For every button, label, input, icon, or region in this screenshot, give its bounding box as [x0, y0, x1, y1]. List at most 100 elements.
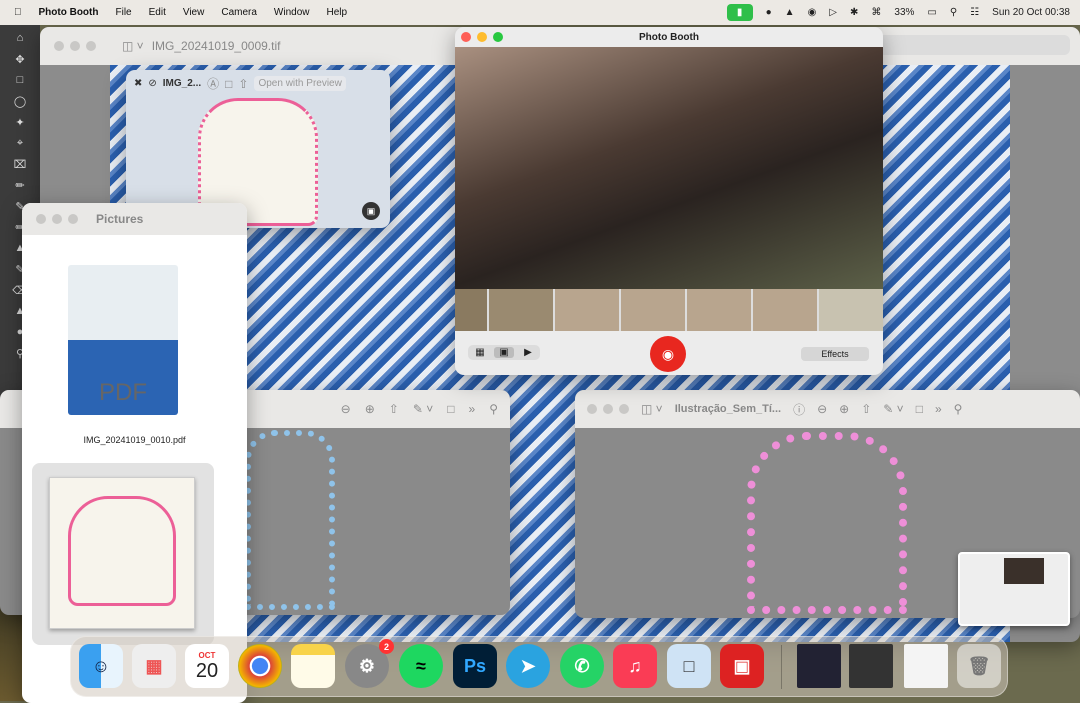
dock-launchpad[interactable]: ▦ — [132, 644, 176, 688]
bluetooth-icon[interactable]: ✱ — [850, 7, 858, 18]
quicklook-title: IMG_2... — [162, 78, 202, 89]
home-icon[interactable]: ⌂ — [11, 32, 29, 46]
cloud-icon[interactable]: ● — [766, 7, 772, 18]
move-tool-icon[interactable]: ✥ — [11, 53, 29, 67]
photo-thumbnail[interactable] — [819, 289, 883, 331]
search-field[interactable] — [870, 35, 1070, 55]
dock-photoshop[interactable]: Ps — [453, 644, 497, 688]
window-controls[interactable] — [54, 41, 96, 51]
dock-spotify[interactable]: ≈ — [399, 644, 443, 688]
window-controls[interactable] — [36, 214, 78, 224]
dock-minimized-window[interactable] — [904, 644, 948, 688]
search-icon[interactable]: ⚲ — [489, 402, 498, 416]
battery-percent[interactable]: 33% — [894, 7, 914, 18]
dock-photo-booth[interactable]: ▣ — [720, 644, 764, 688]
photo-thumbnail[interactable] — [753, 289, 817, 331]
single-photo-icon[interactable]: ▣ — [494, 347, 514, 358]
menu-camera[interactable]: Camera — [221, 7, 257, 18]
apple-menu-icon[interactable]:  — [14, 7, 22, 18]
zoom-out-icon[interactable]: ⊖ — [341, 402, 351, 416]
screen-record-icon[interactable]: ◉ — [808, 7, 817, 18]
file-name[interactable]: IMG_20241019_0010.pdf — [22, 435, 247, 445]
camera-in-use-icon[interactable]: ▮ — [726, 4, 753, 21]
photo-thumbnail[interactable] — [555, 289, 619, 331]
menu-edit[interactable]: Edit — [149, 7, 166, 18]
close-icon[interactable]: ✖ — [134, 78, 142, 89]
fullscreen-icon[interactable]: ⊘ — [148, 78, 156, 89]
window-title: Ilustração_Sem_Tí... — [674, 403, 782, 415]
calendar-day: 20 — [195, 659, 219, 682]
menu-file[interactable]: File — [115, 7, 131, 18]
photo-thumbnail[interactable] — [621, 289, 685, 331]
rotate-icon[interactable]: □ — [916, 402, 923, 416]
menu-app[interactable]: Photo Booth — [39, 7, 99, 18]
eyedropper-icon[interactable]: ✏ — [11, 179, 29, 193]
mode-selector: ▦ ▣ ▶ — [468, 345, 540, 360]
dock-system-settings[interactable]: ⚙ 2 — [345, 639, 394, 688]
effects-button[interactable]: Effects — [801, 347, 869, 361]
pdf-label: PDF — [99, 379, 147, 406]
magic-wand-icon[interactable]: ✦ — [11, 116, 29, 130]
screenshot-thumbnail[interactable] — [958, 552, 1070, 626]
dock-preview[interactable]: □ — [667, 644, 711, 688]
marquee-tool-icon[interactable]: □ — [11, 74, 29, 88]
drawing-outline — [68, 496, 176, 606]
frame-tool-icon[interactable]: ⌧ — [11, 158, 29, 172]
window-controls[interactable] — [587, 404, 629, 414]
zoom-in-icon[interactable]: ⊕ — [839, 402, 849, 416]
more-icon[interactable]: » — [935, 402, 942, 416]
pdf-file-icon[interactable]: PDF — [68, 265, 178, 415]
dock-notes[interactable] — [291, 644, 335, 688]
markup-icon[interactable]: Ⓐ — [207, 75, 219, 92]
sidebar-toggle-icon[interactable]: ◫ ˅ — [641, 402, 663, 416]
lasso-tool-icon[interactable]: ◯ — [11, 95, 29, 109]
take-photo-button[interactable]: ◉ — [650, 336, 686, 372]
open-with-preview-button[interactable]: Open with Preview — [254, 76, 346, 91]
share-icon[interactable]: ⇧ — [389, 402, 399, 416]
calendar-month: OCT — [198, 650, 216, 660]
dock-chrome[interactable] — [238, 644, 282, 688]
dock-minimized-window[interactable] — [797, 644, 841, 688]
share-icon[interactable]: ⇧ — [861, 402, 871, 416]
drive-icon[interactable]: ▲ — [785, 7, 795, 18]
live-text-icon[interactable]: ▣ — [362, 202, 380, 220]
title-bar: Photo Booth — [455, 27, 883, 47]
photobooth-window: Photo Booth ▦ ▣ ▶ ◉ Effects — [455, 27, 883, 375]
photo-thumbnail[interactable] — [489, 289, 553, 331]
markup-icon[interactable]: ✎ ˅ — [883, 402, 903, 416]
clock[interactable]: Sun 20 Oct 00:38 — [992, 7, 1070, 18]
wifi-icon[interactable]: ⌘ — [871, 7, 881, 18]
video-icon[interactable]: ▶ — [518, 347, 538, 358]
four-up-icon[interactable]: ▦ — [470, 347, 490, 358]
selected-file-item[interactable] — [32, 463, 214, 645]
dock-minimized-window[interactable] — [849, 644, 893, 688]
photo-thumbnail[interactable] — [687, 289, 751, 331]
battery-icon[interactable]: ▭ — [927, 7, 936, 18]
rotate-icon[interactable]: □ — [447, 402, 454, 416]
window-title: Pictures — [96, 212, 144, 226]
info-icon[interactable]: ⓘ — [793, 401, 805, 418]
menu-window[interactable]: Window — [274, 7, 310, 18]
thumbnail-content — [1004, 558, 1044, 584]
dock-trash[interactable]: 🗑 — [957, 644, 1001, 688]
dock-telegram[interactable]: ➤ — [506, 644, 550, 688]
dock-finder[interactable]: ☺ — [79, 644, 123, 688]
dock-calendar[interactable]: OCT 20 — [185, 644, 229, 688]
dock-music[interactable]: ♫ — [613, 644, 657, 688]
markup-icon[interactable]: ✎ ˅ — [413, 402, 433, 416]
control-center-icon[interactable]: ☷ — [970, 7, 979, 18]
zoom-in-icon[interactable]: ⊕ — [365, 402, 375, 416]
share-icon[interactable]: ⇧ — [238, 77, 248, 91]
search-icon[interactable]: ⚲ — [954, 402, 963, 416]
spotlight-icon[interactable]: ⚲ — [950, 7, 957, 18]
sidebar-toggle-icon[interactable]: ◫ ˅ — [122, 39, 144, 53]
play-icon[interactable]: ▷ — [829, 7, 837, 18]
more-icon[interactable]: » — [469, 402, 476, 416]
dock-whatsapp[interactable]: ✆ — [560, 644, 604, 688]
menu-view[interactable]: View — [183, 7, 205, 18]
photo-thumbnail[interactable] — [455, 289, 487, 331]
rotate-icon[interactable]: □ — [225, 77, 232, 91]
zoom-out-icon[interactable]: ⊖ — [817, 402, 827, 416]
crop-tool-icon[interactable]: ⌖ — [11, 137, 29, 151]
menu-help[interactable]: Help — [327, 7, 348, 18]
